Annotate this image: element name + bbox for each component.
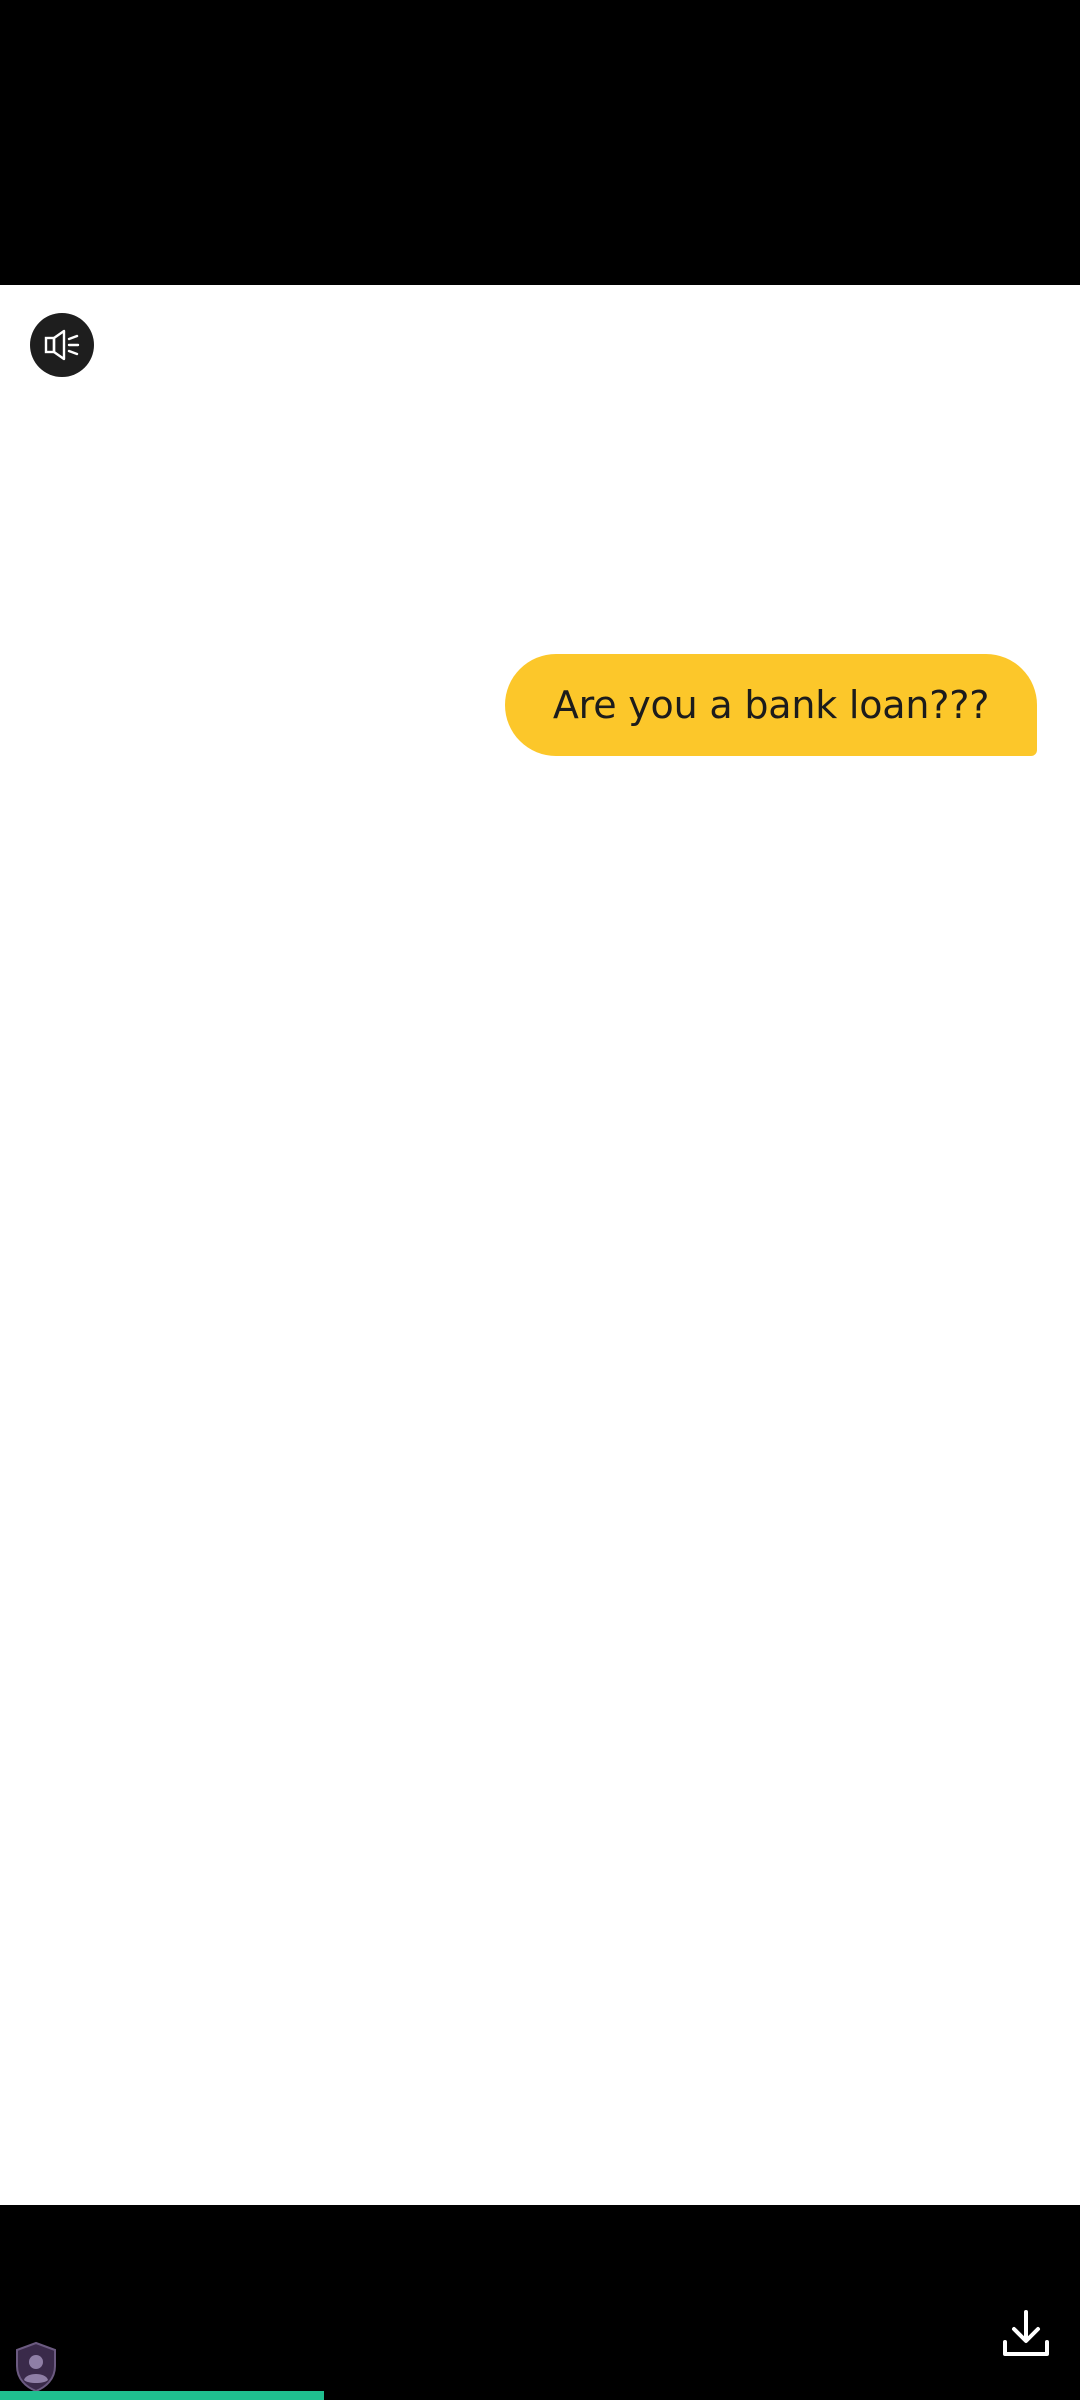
speaker-muted-icon <box>44 329 80 361</box>
top-black-bar <box>0 0 1080 285</box>
video-frame[interactable] <box>0 285 1080 2205</box>
playback-progress-fill <box>0 2391 324 2400</box>
screen: Are you a bank loan??? <box>0 0 1080 2400</box>
chat-message-text: Are you a bank loan??? <box>552 683 990 727</box>
download-icon <box>1003 2310 1049 2356</box>
download-button[interactable] <box>996 2304 1056 2364</box>
chat-message-bubble: Are you a bank loan??? <box>505 654 1037 756</box>
bottom-black-bar <box>0 2205 1080 2400</box>
privacy-badge[interactable] <box>12 2340 60 2394</box>
shield-user-icon <box>16 2341 56 2393</box>
mute-toggle-button[interactable] <box>30 313 94 377</box>
playback-progress-track[interactable] <box>0 2391 1080 2400</box>
